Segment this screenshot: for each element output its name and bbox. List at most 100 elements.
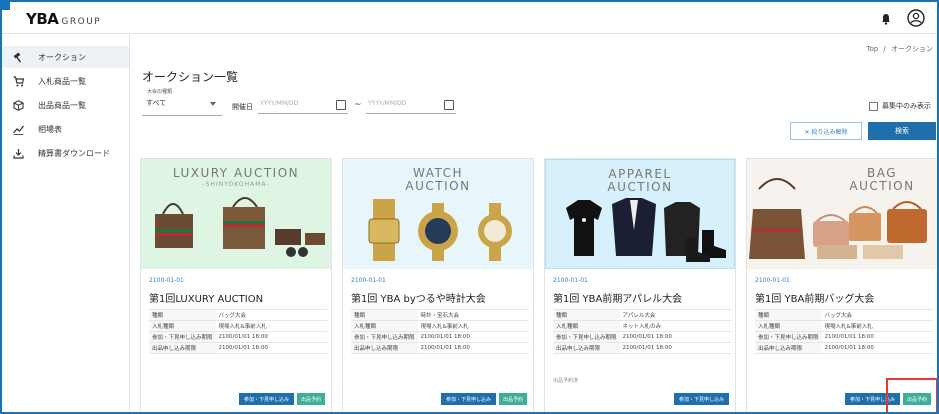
auction-date: 2100-01-01: [755, 277, 790, 284]
table-row: 入札種類 現場入札&事前入札: [351, 320, 529, 332]
entry-preview-button[interactable]: 参加・下見申し込み: [440, 393, 496, 405]
auction-date: 2100-01-01: [351, 277, 386, 284]
detail-value: 2100/01/01 18:00: [215, 342, 327, 354]
auction-date: 2100-01-01: [553, 277, 588, 284]
detail-value: 現場入札&事前入札: [821, 320, 933, 332]
detail-key: 出品申し込み期限: [553, 342, 620, 354]
detail-value: ネット入札のみ: [619, 320, 731, 332]
auction-date: 2100-01-01: [149, 277, 184, 284]
auction-card[interactable]: LUXURY AUCTION -SHINYOKOHAMA- 2100-01-01…: [140, 158, 332, 414]
detail-key: 参加・下見申し込み期限: [553, 331, 620, 343]
entry-preview-button[interactable]: 参加・下見申し込み: [238, 393, 294, 405]
detail-key: 参加・下見申し込み期限: [755, 331, 822, 343]
breadcrumb-home[interactable]: Top: [866, 45, 878, 53]
detail-key: 出品申し込み期限: [149, 342, 216, 354]
sidebar-item-listed-items[interactable]: 出品商品一覧: [2, 94, 129, 116]
breadcrumb-separator: /: [883, 45, 886, 53]
date-range-separator: ~: [354, 100, 362, 110]
checkbox[interactable]: [869, 101, 878, 111]
detail-value: 2100/01/01 18:00: [821, 342, 933, 354]
table-row: 参加・下見申し込み期限 2100/01/01 18:00: [553, 331, 731, 343]
auction-title[interactable]: 第1回LUXURY AUCTION: [149, 290, 263, 305]
detail-value: 2100/01/01 18:00: [215, 331, 327, 343]
auction-banner-image[interactable]: LUXURY AUCTION -SHINYOKOHAMA-: [141, 159, 331, 269]
detail-key: 入札種類: [755, 320, 822, 332]
sidebar-item-statement-download[interactable]: 精算書ダウンロード: [2, 142, 129, 164]
recruiting-only-label: 募集中のみ表示: [882, 102, 931, 110]
table-row: 出品申し込み期限 2100/01/01 18:00: [755, 342, 933, 354]
auction-details-table: 種類 バッグ大会 入札種類 現場入札&事前入札 参加・下見申し込み期限 2100/01…: [755, 309, 933, 354]
auction-title[interactable]: 第1回 YBA前期アパレル大会: [553, 290, 682, 305]
detail-key: 入札種類: [351, 320, 418, 332]
auction-title[interactable]: 第1回 YBA byつるや時計大会: [351, 290, 486, 305]
table-row: 出品申し込み期限 2100/01/01 18:00: [351, 342, 529, 354]
user-account-icon[interactable]: [907, 9, 925, 27]
listing-reservation-button[interactable]: 出品予約: [498, 393, 527, 405]
sidebar-item-label: 相場表: [38, 124, 62, 134]
brand-logo[interactable]: YBA GROUP: [26, 10, 101, 28]
reservation-status-note: 出品予約済: [553, 378, 579, 384]
table-row: 種類 バッグ大会: [755, 309, 933, 321]
apparel-illustration: [566, 198, 726, 262]
detail-value: 2100/01/01 18:00: [619, 331, 731, 343]
sidebar-item-market-prices[interactable]: 相場表: [2, 118, 129, 140]
card-actions: 参加・下見申し込み 出品予約: [238, 393, 325, 405]
sidebar-item-label: 出品商品一覧: [38, 100, 86, 110]
date-label: 開催日: [232, 103, 253, 111]
calendar-icon[interactable]: [444, 100, 454, 110]
bags-illustration: [749, 178, 927, 259]
sidebar: オークション 入札商品一覧 出品商品一覧 相場表 精算書ダウンロード: [2, 34, 130, 412]
detail-key: 参加・下見申し込み期限: [149, 331, 216, 343]
trend-chart-icon: [12, 123, 24, 135]
caret-down-icon: [210, 102, 216, 106]
auction-card[interactable]: APPAREL AUCTION 2100-01-01 第1回 YBA前期アパレル…: [544, 158, 736, 414]
sidebar-item-auction[interactable]: オークション: [2, 46, 129, 68]
detail-key: 種類: [755, 309, 822, 321]
table-row: 出品申し込み期限 2100/01/01 18:00: [149, 342, 327, 354]
auction-title[interactable]: 第1回 YBA前期バッグ大会: [755, 290, 874, 305]
auction-banner-image[interactable]: BAG AUCTION: [747, 159, 937, 269]
sidebar-item-label: 精算書ダウンロード: [38, 148, 110, 158]
date-from-input[interactable]: YYYY/MM/DD: [258, 96, 348, 114]
table-row: 参加・下見申し込み期限 2100/01/01 18:00: [351, 331, 529, 343]
auction-banner-image[interactable]: APPAREL AUCTION: [545, 159, 735, 269]
page-title: オークション一覧: [142, 70, 239, 84]
sidebar-item-label: 入札商品一覧: [38, 76, 86, 86]
sidebar-item-label: オークション: [38, 52, 86, 62]
listing-reservation-button[interactable]: 出品予約: [296, 393, 325, 405]
table-row: 入札種類 現場入札&事前入札: [149, 320, 327, 332]
detail-value: 現場入札&事前入札: [215, 320, 327, 332]
auction-details-table: 種類 アパレル大会 入札種類 ネット入札のみ 参加・下見申し込み期限 2100/01/…: [553, 309, 731, 354]
detail-value: 時計・宝石大会: [417, 309, 529, 321]
card-actions: 参加・下見申し込み 出品予約: [440, 393, 527, 405]
detail-key: 入札種類: [553, 320, 620, 332]
calendar-icon[interactable]: [336, 100, 346, 110]
detail-key: 入札種類: [149, 320, 216, 332]
date-to-input[interactable]: YYYY/MM/DD: [366, 96, 456, 114]
detail-value: アパレル大会: [619, 309, 731, 321]
entry-preview-button[interactable]: 参加・下見申し込み: [673, 393, 729, 405]
clear-filters-button[interactable]: ✕ 絞り込み解除: [790, 122, 862, 140]
table-row: 参加・下見申し込み期限 2100/01/01 18:00: [755, 331, 933, 343]
auction-details-table: 種類 バッグ大会 入札種類 現場入札&事前入札 参加・下見申し込み期限 2100/01…: [149, 309, 327, 354]
auction-type-label: 大会の種類: [146, 88, 174, 95]
recruiting-only-toggle[interactable]: 募集中のみ表示: [869, 101, 931, 111]
detail-key: 種類: [351, 309, 418, 321]
auction-card[interactable]: WATCH AUCTION 2100-01-01 第1回 YBA byつるや時計…: [342, 158, 534, 414]
detail-value: バッグ大会: [215, 309, 327, 321]
detail-value: 2100/01/01 18:00: [821, 331, 933, 343]
table-row: 種類 バッグ大会: [149, 309, 327, 321]
auction-card[interactable]: BAG AUCTION 2100-01-01 第1回 YBA前期バッグ大会 種類…: [746, 158, 938, 414]
detail-key: 出品申し込み期限: [351, 342, 418, 354]
detail-value: 2100/01/01 18:00: [417, 342, 529, 354]
highlight-annotation-box: [886, 378, 938, 414]
sidebar-item-bid-items[interactable]: 入札商品一覧: [2, 70, 129, 92]
auction-type-select[interactable]: すべて: [142, 94, 222, 116]
table-row: 出品申し込み期限 2100/01/01 18:00: [553, 342, 731, 354]
luxury-bags-illustration: [155, 197, 325, 257]
search-button[interactable]: 検索: [868, 122, 936, 140]
logo-main-text: YBA: [26, 10, 59, 28]
auction-details-table: 種類 時計・宝石大会 入札種類 現場入札&事前入札 参加・下見申し込み期限 2100/…: [351, 309, 529, 354]
auction-banner-image[interactable]: WATCH AUCTION: [343, 159, 533, 269]
bell-icon[interactable]: [879, 12, 893, 26]
